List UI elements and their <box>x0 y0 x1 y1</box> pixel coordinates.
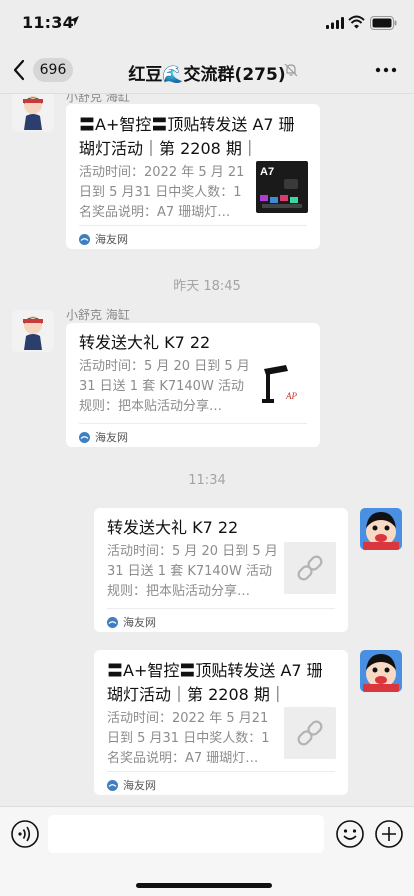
card-desc-line-1: 活动时间：2022 年 5 月21 <box>107 711 269 726</box>
card-desc-line-3: 名奖品说明：A7 珊瑚灯… <box>79 205 231 220</box>
link-thumbnail <box>284 707 336 759</box>
card-footer: 海友网 <box>107 608 335 632</box>
card-desc-line-3: 名奖品说明：A7 珊瑚灯… <box>107 751 259 766</box>
card-source: 海友网 <box>123 616 156 629</box>
card-title: 转发送大礼 K7 22 <box>79 333 211 352</box>
card-title-line-1: 〓A+智控〓顶贴转发送 A7 珊 <box>107 661 323 680</box>
link-card-a7-sent[interactable]: 〓A+智控〓顶贴转发送 A7 珊 瑚灯活动｜第 2208 期｜ 活动时间：202… <box>94 650 348 795</box>
mute-bell-icon <box>284 63 298 77</box>
location-icon <box>69 16 79 26</box>
source-logo-icon <box>107 617 118 628</box>
chat-header: 696 红豆🌊交流群(275) <box>0 46 414 94</box>
card-desc-line-3: 规则：把本贴活动分享… <box>107 584 251 599</box>
home-indicator <box>136 883 272 888</box>
time-divider: 昨天 18:45 <box>173 279 241 294</box>
svg-text:AP: AP <box>285 391 297 401</box>
sender-avatar[interactable] <box>12 94 54 132</box>
card-desc-line-2: 31 日送 1 套 K7140W 活动 <box>107 564 272 579</box>
link-card-k7-sent[interactable]: 转发送大礼 K7 22 活动时间：5 月 20 日到 5 月 31 日送 1 套… <box>94 508 348 632</box>
k7-lamp-image: AP <box>256 357 308 409</box>
chat-title[interactable]: 红豆🌊交流群(275) <box>0 60 414 85</box>
status-bar: 11:34 <box>0 0 414 46</box>
more-dots-icon[interactable] <box>374 60 398 80</box>
card-desc-line-1: 活动时间：5 月 20 日到 5 月 <box>79 359 250 374</box>
card-desc-line-3: 规则：把本贴活动分享… <box>79 399 223 414</box>
card-footer: 海友网 <box>79 225 307 249</box>
card-source: 海友网 <box>95 233 128 246</box>
link-card-k7[interactable]: 转发送大礼 K7 22 活动时间：5 月 20 日到 5 月 31 日送 1 套… <box>66 323 320 447</box>
battery-icon <box>370 16 397 30</box>
my-avatar[interactable] <box>360 508 402 550</box>
input-bar <box>0 806 414 896</box>
card-desc-line-2: 日到 5 月31 日中奖人数：1 <box>79 185 242 200</box>
sender-name: 小舒克 海缸 <box>66 308 130 322</box>
card-desc-line-2: 日到 5 月31 日中奖人数：1 <box>107 731 270 746</box>
card-source: 海友网 <box>95 431 128 444</box>
card-footer: 海友网 <box>79 423 307 447</box>
card-source: 海友网 <box>123 779 156 792</box>
link-icon <box>297 555 323 581</box>
svg-text:A7: A7 <box>260 166 274 178</box>
sender-avatar[interactable] <box>12 310 54 352</box>
source-logo-icon <box>79 432 90 443</box>
source-logo-icon <box>79 234 90 245</box>
card-title-line-2: 瑚灯活动｜第 2208 期｜ <box>79 139 258 158</box>
card-title: 转发送大礼 K7 22 <box>107 518 239 537</box>
link-thumbnail <box>284 542 336 594</box>
wifi-icon <box>348 15 365 29</box>
card-desc-line-1: 活动时间：5 月 20 日到 5 月 <box>107 544 278 559</box>
link-card-a7[interactable]: 〓A+智控〓顶贴转发送 A7 珊 瑚灯活动｜第 2208 期｜ 活动时间：202… <box>66 104 320 249</box>
card-title-line-2: 瑚灯活动｜第 2208 期｜ <box>107 685 286 704</box>
emoji-icon[interactable] <box>335 819 365 849</box>
message-list[interactable]: 小舒克 海缸 〓A+智控〓顶贴转发送 A7 珊 瑚灯活动｜第 2208 期｜ 活… <box>0 94 414 806</box>
time-divider: 11:34 <box>188 473 226 488</box>
a7-lamp-image: A7 <box>256 161 308 213</box>
status-time: 11:34 <box>22 13 74 32</box>
voice-icon[interactable] <box>10 819 40 849</box>
link-icon <box>297 720 323 746</box>
card-desc-line-1: 活动时间：2022 年 5 月 21 <box>79 165 245 180</box>
my-avatar[interactable] <box>360 650 402 692</box>
card-title-line-1: 〓A+智控〓顶贴转发送 A7 珊 <box>79 115 295 134</box>
plus-icon[interactable] <box>374 819 404 849</box>
card-footer: 海友网 <box>107 771 335 795</box>
source-logo-icon <box>107 780 118 791</box>
signal-icon <box>326 17 344 29</box>
card-desc-line-2: 31 日送 1 套 K7140W 活动 <box>79 379 244 394</box>
message-input[interactable] <box>48 815 324 853</box>
